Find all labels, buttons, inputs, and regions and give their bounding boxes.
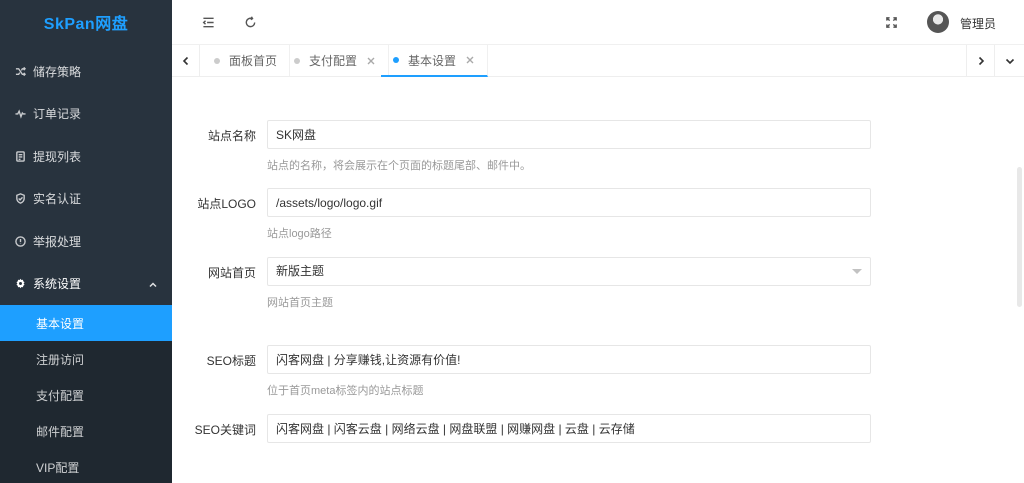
shield-check-icon bbox=[14, 193, 26, 205]
site-logo-label: 站点LOGO bbox=[197, 197, 256, 211]
alert-circle-icon bbox=[14, 235, 26, 247]
tab-options-dropdown[interactable] bbox=[994, 45, 1024, 76]
site-logo-input[interactable] bbox=[267, 188, 871, 217]
seo-keywords-label: SEO关键词 bbox=[194, 423, 256, 437]
site-logo-hint: 站点logo路径 bbox=[267, 228, 332, 240]
list-icon bbox=[14, 150, 26, 162]
sidebar-subitem-basic-settings[interactable]: 基本设置 bbox=[0, 305, 172, 341]
sidebar-item-label: 实名认证 bbox=[33, 192, 82, 207]
app-logo[interactable]: SkPan网盘 bbox=[0, 0, 172, 50]
settings-form-area: 站点名称 站点的名称，将会展示在个页面的标题尾部、邮件中。 站点LOGO 站点l… bbox=[172, 77, 1024, 483]
sidebar-item-withdraw-list[interactable]: 提现列表 bbox=[0, 135, 172, 178]
sidebar-item-label: 举报处理 bbox=[33, 234, 82, 249]
tab-status-dot bbox=[294, 57, 300, 64]
sidebar-item-label: 订单记录 bbox=[33, 107, 82, 122]
collapse-menu-icon[interactable] bbox=[200, 14, 216, 30]
tab-scroll-right-button[interactable] bbox=[966, 45, 994, 76]
sidebar-item-label: 系统设置 bbox=[33, 277, 82, 292]
sidebar-item-order-records[interactable]: 订单记录 bbox=[0, 93, 172, 136]
chevron-down-icon bbox=[1005, 58, 1014, 64]
homepage-hint: 网站首页主题 bbox=[267, 297, 333, 309]
sidebar-item-reports[interactable]: 举报处理 bbox=[0, 220, 172, 263]
top-header: 管理员 bbox=[172, 0, 1024, 45]
site-name-input[interactable] bbox=[267, 120, 871, 149]
tab-label: 面板首页 bbox=[229, 54, 278, 68]
tab-basic-settings[interactable]: 基本设置 bbox=[381, 45, 489, 77]
avatar[interactable] bbox=[927, 11, 949, 33]
homepage-label: 网站首页 bbox=[207, 266, 256, 280]
tab-scroll-left-button[interactable] bbox=[172, 45, 200, 76]
system-settings-submenu: 基本设置 注册访问 支付配置 邮件配置 VIP配置 bbox=[0, 305, 172, 483]
tab-payment-config[interactable]: 支付配置 bbox=[283, 45, 390, 76]
seo-keywords-input[interactable] bbox=[267, 414, 871, 443]
homepage-selected-value: 新版主题 bbox=[276, 264, 325, 278]
tab-bar: 面板首页 支付配置 基本设置 bbox=[172, 45, 1024, 77]
site-name-hint: 站点的名称，将会展示在个页面的标题尾部、邮件中。 bbox=[267, 160, 531, 172]
tab-label: 基本设置 bbox=[408, 53, 457, 68]
sidebar-item-realname-auth[interactable]: 实名认证 bbox=[0, 178, 172, 221]
fullscreen-icon[interactable] bbox=[883, 14, 899, 30]
chevron-up-icon bbox=[148, 279, 158, 289]
chevron-left-icon bbox=[182, 56, 188, 65]
sidebar-subitem-vip-config[interactable]: VIP配置 bbox=[0, 449, 172, 483]
homepage-select[interactable]: 新版主题 bbox=[267, 257, 871, 286]
caret-down-icon bbox=[852, 269, 862, 274]
pulse-icon bbox=[14, 108, 26, 120]
sidebar-item-storage-policy[interactable]: 储存策略 bbox=[0, 50, 172, 93]
sidebar: SkPan网盘 储存策略 订单记录 提现列表 实名认证 举报处理 系统设置 基本… bbox=[0, 0, 172, 483]
sidebar-subitem-register-access[interactable]: 注册访问 bbox=[0, 341, 172, 377]
site-name-label: 站点名称 bbox=[207, 129, 256, 143]
tab-status-dot bbox=[214, 57, 220, 64]
sidebar-item-label: 储存策略 bbox=[33, 64, 82, 79]
username[interactable]: 管理员 bbox=[960, 15, 996, 32]
seo-title-input[interactable] bbox=[267, 345, 871, 374]
close-icon[interactable] bbox=[465, 55, 475, 65]
sidebar-subitem-mail-config[interactable]: 邮件配置 bbox=[0, 413, 172, 449]
tab-label: 支付配置 bbox=[309, 54, 358, 68]
close-icon[interactable] bbox=[366, 56, 376, 66]
tab-dashboard-home[interactable]: 面板首页 bbox=[200, 45, 291, 76]
seo-title-hint: 位于首页meta标签内的站点标题 bbox=[267, 385, 424, 397]
sidebar-subitem-payment-config[interactable]: 支付配置 bbox=[0, 377, 172, 413]
chevron-right-icon bbox=[978, 56, 984, 65]
sidebar-item-label: 提现列表 bbox=[33, 149, 82, 164]
tab-status-dot bbox=[393, 57, 399, 63]
content-scrollbar[interactable] bbox=[1017, 167, 1022, 307]
sidebar-item-system-settings[interactable]: 系统设置 bbox=[0, 263, 172, 306]
seo-title-label: SEO标题 bbox=[206, 354, 256, 368]
gear-icon bbox=[14, 278, 26, 290]
refresh-icon[interactable] bbox=[242, 14, 258, 30]
shuffle-icon bbox=[14, 65, 26, 77]
